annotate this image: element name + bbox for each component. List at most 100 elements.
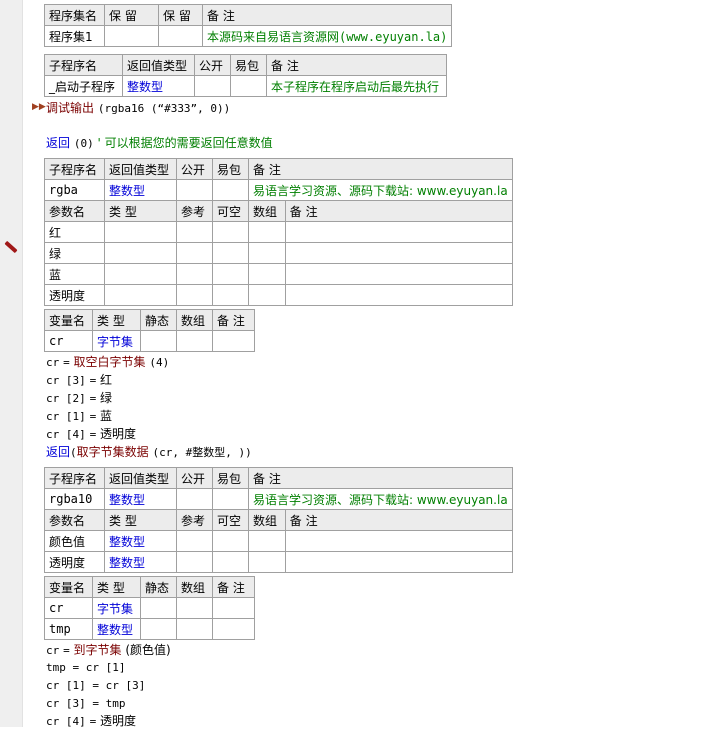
param-array-cell[interactable] (248, 242, 286, 264)
param-remark-cell[interactable] (284, 242, 513, 264)
param-nullable-cell[interactable] (212, 530, 249, 552)
param-remark-cell[interactable] (284, 221, 513, 243)
table-row[interactable]: rgba 整数型 易语言学习资源、源码下载站: www.eyuyan.la (44, 179, 513, 201)
call-args: (cr, #整数型, )) (152, 446, 252, 459)
var-type-cell[interactable]: 整数型 (92, 618, 141, 640)
param-nullable-cell[interactable] (212, 263, 249, 285)
var-name-cell[interactable]: tmp (44, 618, 93, 640)
code-line-return[interactable]: 返回(取字节集数据 (cr, #整数型, )) (46, 444, 252, 461)
var-name-cell[interactable]: cr (44, 597, 93, 619)
var-static-cell[interactable] (140, 618, 177, 640)
var-row[interactable]: cr 字节集 (44, 597, 255, 619)
header-cell: 易包 (212, 467, 249, 489)
code-line[interactable]: cr = 取空白字节集 (4) (46, 354, 169, 371)
param-nullable-cell[interactable] (212, 551, 249, 573)
param-remark-cell[interactable] (284, 284, 513, 306)
var-remark-cell[interactable] (212, 330, 255, 352)
code-line[interactable]: cr [4] = 透明度 (46, 426, 136, 443)
public-cell[interactable] (176, 488, 213, 510)
param-row[interactable]: 透明度 (44, 284, 513, 306)
param-name-cell[interactable]: 蓝 (44, 263, 105, 285)
param-array-cell[interactable] (248, 551, 286, 573)
param-ref-cell[interactable] (176, 551, 213, 573)
return-type-cell[interactable]: 整数型 (122, 75, 195, 97)
param-array-cell[interactable] (248, 221, 286, 243)
var-type-cell[interactable]: 字节集 (92, 597, 141, 619)
code-line-return-zero[interactable]: 返回 (0) ' 可以根据您的需要返回任意数值 (46, 135, 273, 152)
param-row[interactable]: 蓝 (44, 263, 513, 285)
param-type-cell[interactable] (104, 284, 177, 306)
param-nullable-cell[interactable] (212, 242, 249, 264)
var-row[interactable]: cr 字节集 (44, 330, 255, 352)
table-row[interactable]: _启动子程序 整数型 本子程序在程序启动后最先执行 (44, 75, 447, 97)
var-type-cell[interactable]: 字节集 (92, 330, 141, 352)
code-line[interactable]: cr [3] = tmp (46, 696, 125, 712)
param-name-cell[interactable]: 红 (44, 221, 105, 243)
package-cell[interactable] (230, 75, 267, 97)
param-array-cell[interactable] (248, 530, 286, 552)
param-remark-cell[interactable] (284, 263, 513, 285)
param-name-cell[interactable]: 透明度 (44, 551, 105, 573)
var-name-cell[interactable]: cr (44, 330, 93, 352)
reserved-cell[interactable] (158, 25, 203, 47)
param-nullable-cell[interactable] (212, 221, 249, 243)
param-row[interactable]: 透明度 整数型 (44, 551, 513, 573)
param-name-cell[interactable]: 颜色值 (44, 530, 105, 552)
param-nullable-cell[interactable] (212, 284, 249, 306)
var-array-cell[interactable] (176, 330, 213, 352)
code-line[interactable]: cr [3] = 红 (46, 372, 112, 389)
var-static-cell[interactable] (140, 330, 177, 352)
package-cell[interactable] (212, 488, 249, 510)
param-ref-cell[interactable] (176, 530, 213, 552)
param-type-cell[interactable] (104, 221, 177, 243)
index-expr: cr [2] (46, 392, 86, 405)
param-array-cell[interactable] (248, 284, 286, 306)
sub-name-cell[interactable]: rgba10 (44, 488, 105, 510)
var-remark-cell[interactable] (212, 618, 255, 640)
param-name-cell[interactable]: 绿 (44, 242, 105, 264)
var-array-cell[interactable] (176, 618, 213, 640)
param-row[interactable]: 绿 (44, 242, 513, 264)
param-array-cell[interactable] (248, 263, 286, 285)
public-cell[interactable] (176, 179, 213, 201)
reserved-cell[interactable] (104, 25, 159, 47)
var-row[interactable]: tmp 整数型 (44, 618, 255, 640)
var-array-cell[interactable] (176, 597, 213, 619)
code-line[interactable]: cr [4] = 透明度 (46, 713, 136, 730)
param-type-cell[interactable] (104, 263, 177, 285)
table-row[interactable]: 程序集1 本源码来自易语言资源网(www.eyuyan.la) (44, 25, 453, 47)
assign-operator: = (89, 392, 97, 405)
program-set-name[interactable]: 程序集1 (44, 25, 105, 47)
var-remark-cell[interactable] (212, 597, 255, 619)
param-ref-cell[interactable] (176, 242, 213, 264)
param-type-cell[interactable]: 整数型 (104, 530, 177, 552)
param-row[interactable]: 红 (44, 221, 513, 243)
return-type-cell[interactable]: 整数型 (104, 179, 177, 201)
public-cell[interactable] (194, 75, 231, 97)
remark-cell[interactable]: 本子程序在程序启动后最先执行 (266, 75, 447, 97)
param-ref-cell[interactable] (176, 221, 213, 243)
sub-name-cell[interactable]: rgba (44, 179, 105, 201)
code-line[interactable]: cr [1] = 蓝 (46, 408, 112, 425)
param-remark-cell[interactable] (284, 551, 513, 573)
param-name-cell[interactable]: 透明度 (44, 284, 105, 306)
param-type-cell[interactable] (104, 242, 177, 264)
code-line[interactable]: tmp = cr [1] (46, 660, 125, 676)
param-ref-cell[interactable] (176, 284, 213, 306)
sub-name-cell[interactable]: _启动子程序 (44, 75, 123, 97)
param-type-cell[interactable]: 整数型 (104, 551, 177, 573)
code-line[interactable]: cr [2] = 绿 (46, 390, 112, 407)
remark-cell[interactable]: 易语言学习资源、源码下载站: www.eyuyan.la (248, 179, 513, 201)
table-row[interactable]: rgba10 整数型 易语言学习资源、源码下载站: www.eyuyan.la (44, 488, 513, 510)
param-row[interactable]: 颜色值 整数型 (44, 530, 513, 552)
code-line-debug-output[interactable]: 调试输出 (rgba16 (“#333”, 0)) (46, 100, 230, 117)
package-cell[interactable] (212, 179, 249, 201)
var-static-cell[interactable] (140, 597, 177, 619)
code-line[interactable]: cr = 到字节集 (颜色值) (46, 642, 171, 659)
remark-cell[interactable]: 本源码来自易语言资源网(www.eyuyan.la) (201, 25, 453, 47)
param-ref-cell[interactable] (176, 263, 213, 285)
remark-cell[interactable]: 易语言学习资源、源码下载站: www.eyuyan.la (248, 488, 513, 510)
code-line[interactable]: cr [1] = cr [3] (46, 678, 145, 694)
return-type-cell[interactable]: 整数型 (104, 488, 177, 510)
param-remark-cell[interactable] (284, 530, 513, 552)
